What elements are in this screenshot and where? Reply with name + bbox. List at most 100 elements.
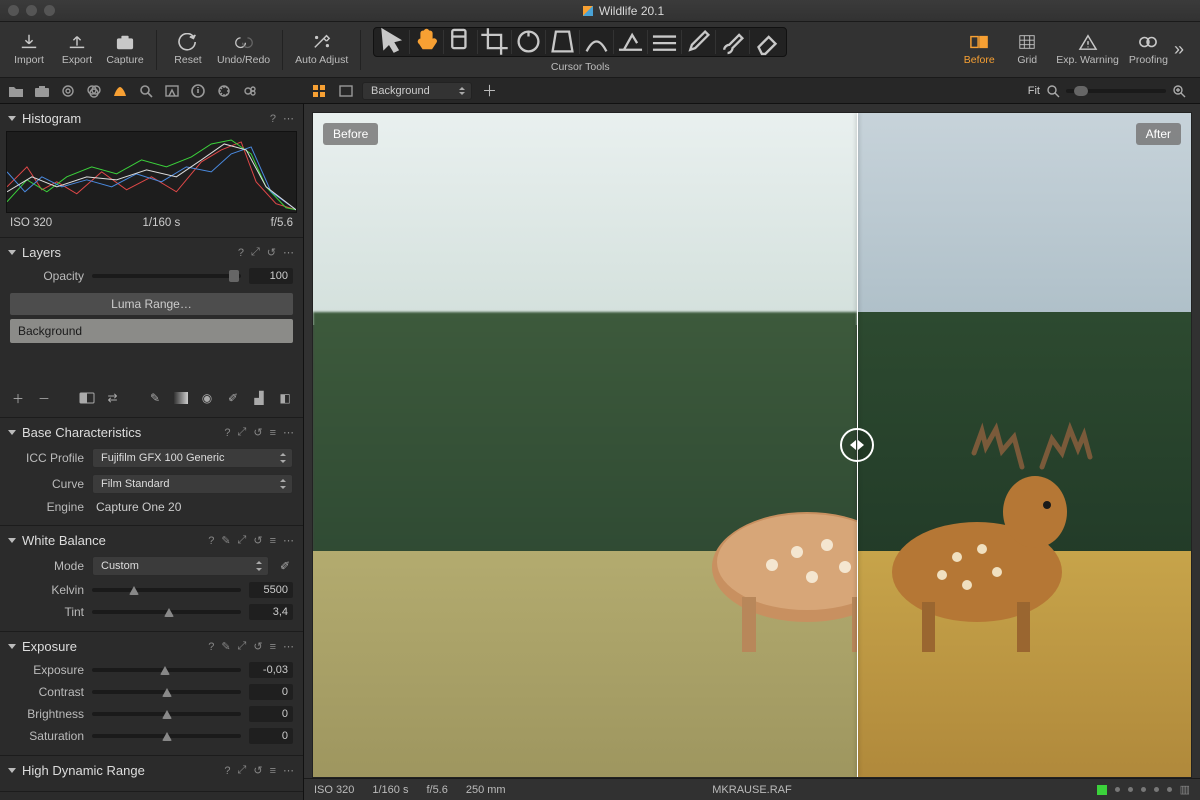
expand-icon[interactable]: ⤢ bbox=[238, 534, 247, 547]
tint-value[interactable]: 3,4 bbox=[249, 604, 293, 620]
panel-menu-icon[interactable]: ⋯ bbox=[283, 640, 295, 653]
curve-select[interactable]: Film Standard bbox=[92, 474, 293, 494]
tab-batch-icon[interactable] bbox=[242, 83, 258, 99]
add-layer-icon[interactable]: ＋ bbox=[10, 391, 26, 405]
tab-color-icon[interactable] bbox=[86, 83, 102, 99]
opacity-value[interactable]: 100 bbox=[249, 268, 293, 284]
cursor-eraser-tool[interactable] bbox=[750, 30, 784, 54]
view-mode-single-icon[interactable] bbox=[336, 82, 356, 100]
tab-details-icon[interactable] bbox=[138, 83, 154, 99]
tab-capture-icon[interactable] bbox=[34, 83, 50, 99]
exposure-collapse-toggle[interactable] bbox=[8, 644, 16, 649]
reset-icon[interactable]: ↺ bbox=[253, 426, 262, 439]
cursor-rotate-tool[interactable] bbox=[512, 30, 546, 54]
tab-library-icon[interactable] bbox=[8, 83, 24, 99]
exposure-warning-toggle[interactable]: Exp. Warning bbox=[1056, 33, 1119, 66]
cursor-mask-draw-tool[interactable] bbox=[614, 30, 648, 54]
hdr-collapse-toggle[interactable] bbox=[8, 768, 16, 773]
reset-icon[interactable]: ↺ bbox=[253, 640, 262, 653]
preset-icon[interactable]: ≡ bbox=[270, 765, 276, 777]
preset-icon[interactable]: ≡ bbox=[270, 427, 276, 439]
remove-layer-icon[interactable]: － bbox=[36, 391, 52, 405]
mask-copy-icon[interactable]: ⇄ bbox=[105, 391, 121, 405]
exposure-slider[interactable] bbox=[92, 668, 241, 672]
expand-icon[interactable]: ⤢ bbox=[251, 246, 260, 259]
zoom-in-icon[interactable] bbox=[1172, 84, 1186, 98]
erase-mask-icon[interactable]: ◧ bbox=[277, 391, 293, 405]
cursor-eyedropper-tool[interactable] bbox=[682, 30, 716, 54]
cursor-keystone-tool[interactable] bbox=[546, 30, 580, 54]
view-mode-grid-icon[interactable] bbox=[310, 82, 330, 100]
panel-menu-icon[interactable]: ⋯ bbox=[283, 112, 295, 125]
luma-range-button[interactable]: Luma Range… bbox=[10, 293, 293, 315]
wb-collapse-toggle[interactable] bbox=[8, 538, 16, 543]
reset-button[interactable]: Reset bbox=[169, 33, 207, 66]
tab-adjustments-icon[interactable] bbox=[164, 83, 180, 99]
capture-button[interactable]: Capture bbox=[106, 33, 144, 66]
layer-item-background[interactable]: Background bbox=[10, 319, 293, 343]
color-tag-green[interactable] bbox=[1097, 785, 1107, 795]
picker-icon[interactable]: ✎ bbox=[221, 534, 230, 547]
eyedropper-icon[interactable]: ✎ bbox=[147, 391, 163, 405]
preset-icon[interactable]: ≡ bbox=[270, 641, 276, 653]
reset-icon[interactable]: ↺ bbox=[253, 534, 262, 547]
panel-menu-icon[interactable]: ⋯ bbox=[283, 534, 295, 547]
picker-icon[interactable]: ✎ bbox=[221, 640, 230, 653]
expand-icon[interactable]: ⤢ bbox=[238, 640, 247, 653]
cursor-brush-tool[interactable] bbox=[716, 30, 750, 54]
kelvin-slider[interactable] bbox=[92, 588, 241, 592]
help-icon[interactable]: ? bbox=[224, 427, 230, 439]
toolbar-overflow-button[interactable]: » bbox=[1168, 39, 1190, 60]
preset-icon[interactable]: ≡ bbox=[270, 535, 276, 547]
cursor-gradient-tool[interactable] bbox=[648, 30, 682, 54]
help-icon[interactable]: ? bbox=[224, 765, 230, 777]
histogram-collapse-toggle[interactable] bbox=[8, 116, 16, 121]
layers-collapse-toggle[interactable] bbox=[8, 250, 16, 255]
cursor-spot-tool[interactable] bbox=[580, 30, 614, 54]
viewer-layer-select[interactable]: Background bbox=[362, 82, 472, 100]
panel-menu-icon[interactable]: ⋯ bbox=[283, 764, 295, 777]
rating-dot[interactable] bbox=[1154, 787, 1159, 792]
contrast-value[interactable]: 0 bbox=[249, 684, 293, 700]
undo-redo-button[interactable]: Undo/Redo bbox=[217, 33, 270, 66]
close-window-button[interactable] bbox=[8, 5, 19, 16]
icc-profile-select[interactable]: Fujifilm GFX 100 Generic bbox=[92, 448, 293, 468]
stamp-icon[interactable]: ▟ bbox=[251, 391, 267, 405]
zoom-slider[interactable] bbox=[1066, 89, 1166, 93]
tab-output-icon[interactable] bbox=[216, 83, 232, 99]
gradient-mask-icon[interactable] bbox=[173, 391, 189, 405]
zoom-window-button[interactable] bbox=[44, 5, 55, 16]
help-icon[interactable]: ? bbox=[208, 535, 214, 547]
basechar-collapse-toggle[interactable] bbox=[8, 430, 16, 435]
zoom-level-label[interactable]: Fit bbox=[1028, 85, 1040, 97]
brush-mask-icon[interactable]: ✐ bbox=[225, 391, 241, 405]
help-icon[interactable]: ? bbox=[208, 641, 214, 653]
wb-mode-select[interactable]: Custom bbox=[92, 556, 269, 576]
rating-dot[interactable] bbox=[1167, 787, 1172, 792]
reset-icon[interactable]: ↺ bbox=[253, 764, 262, 777]
cursor-crop-tool[interactable] bbox=[478, 30, 512, 54]
opacity-slider[interactable] bbox=[92, 274, 241, 278]
rating-dot[interactable] bbox=[1141, 787, 1146, 792]
brightness-slider[interactable] bbox=[92, 712, 241, 716]
rating-dot[interactable] bbox=[1128, 787, 1133, 792]
saturation-slider[interactable] bbox=[92, 734, 241, 738]
brightness-value[interactable]: 0 bbox=[249, 706, 293, 722]
cursor-loupe-tool[interactable] bbox=[444, 30, 478, 54]
minimize-window-button[interactable] bbox=[26, 5, 37, 16]
panel-menu-icon[interactable]: ⋯ bbox=[283, 246, 295, 259]
saturation-value[interactable]: 0 bbox=[249, 728, 293, 744]
reset-icon[interactable]: ↺ bbox=[267, 246, 276, 259]
export-button[interactable]: Export bbox=[58, 33, 96, 66]
cursor-select-tool[interactable] bbox=[376, 30, 410, 54]
tab-exposure-icon[interactable] bbox=[112, 83, 128, 99]
tab-lens-icon[interactable] bbox=[60, 83, 76, 99]
exposure-value[interactable]: -0,03 bbox=[249, 662, 293, 678]
expand-icon[interactable]: ⤢ bbox=[238, 426, 247, 439]
expand-icon[interactable]: ⤢ bbox=[238, 764, 247, 777]
help-icon[interactable]: ? bbox=[238, 247, 244, 259]
grid-toggle[interactable]: Grid bbox=[1008, 33, 1046, 66]
radial-mask-icon[interactable]: ◉ bbox=[199, 391, 215, 405]
tint-slider[interactable] bbox=[92, 610, 241, 614]
auto-adjust-button[interactable]: Auto Adjust bbox=[295, 33, 348, 66]
